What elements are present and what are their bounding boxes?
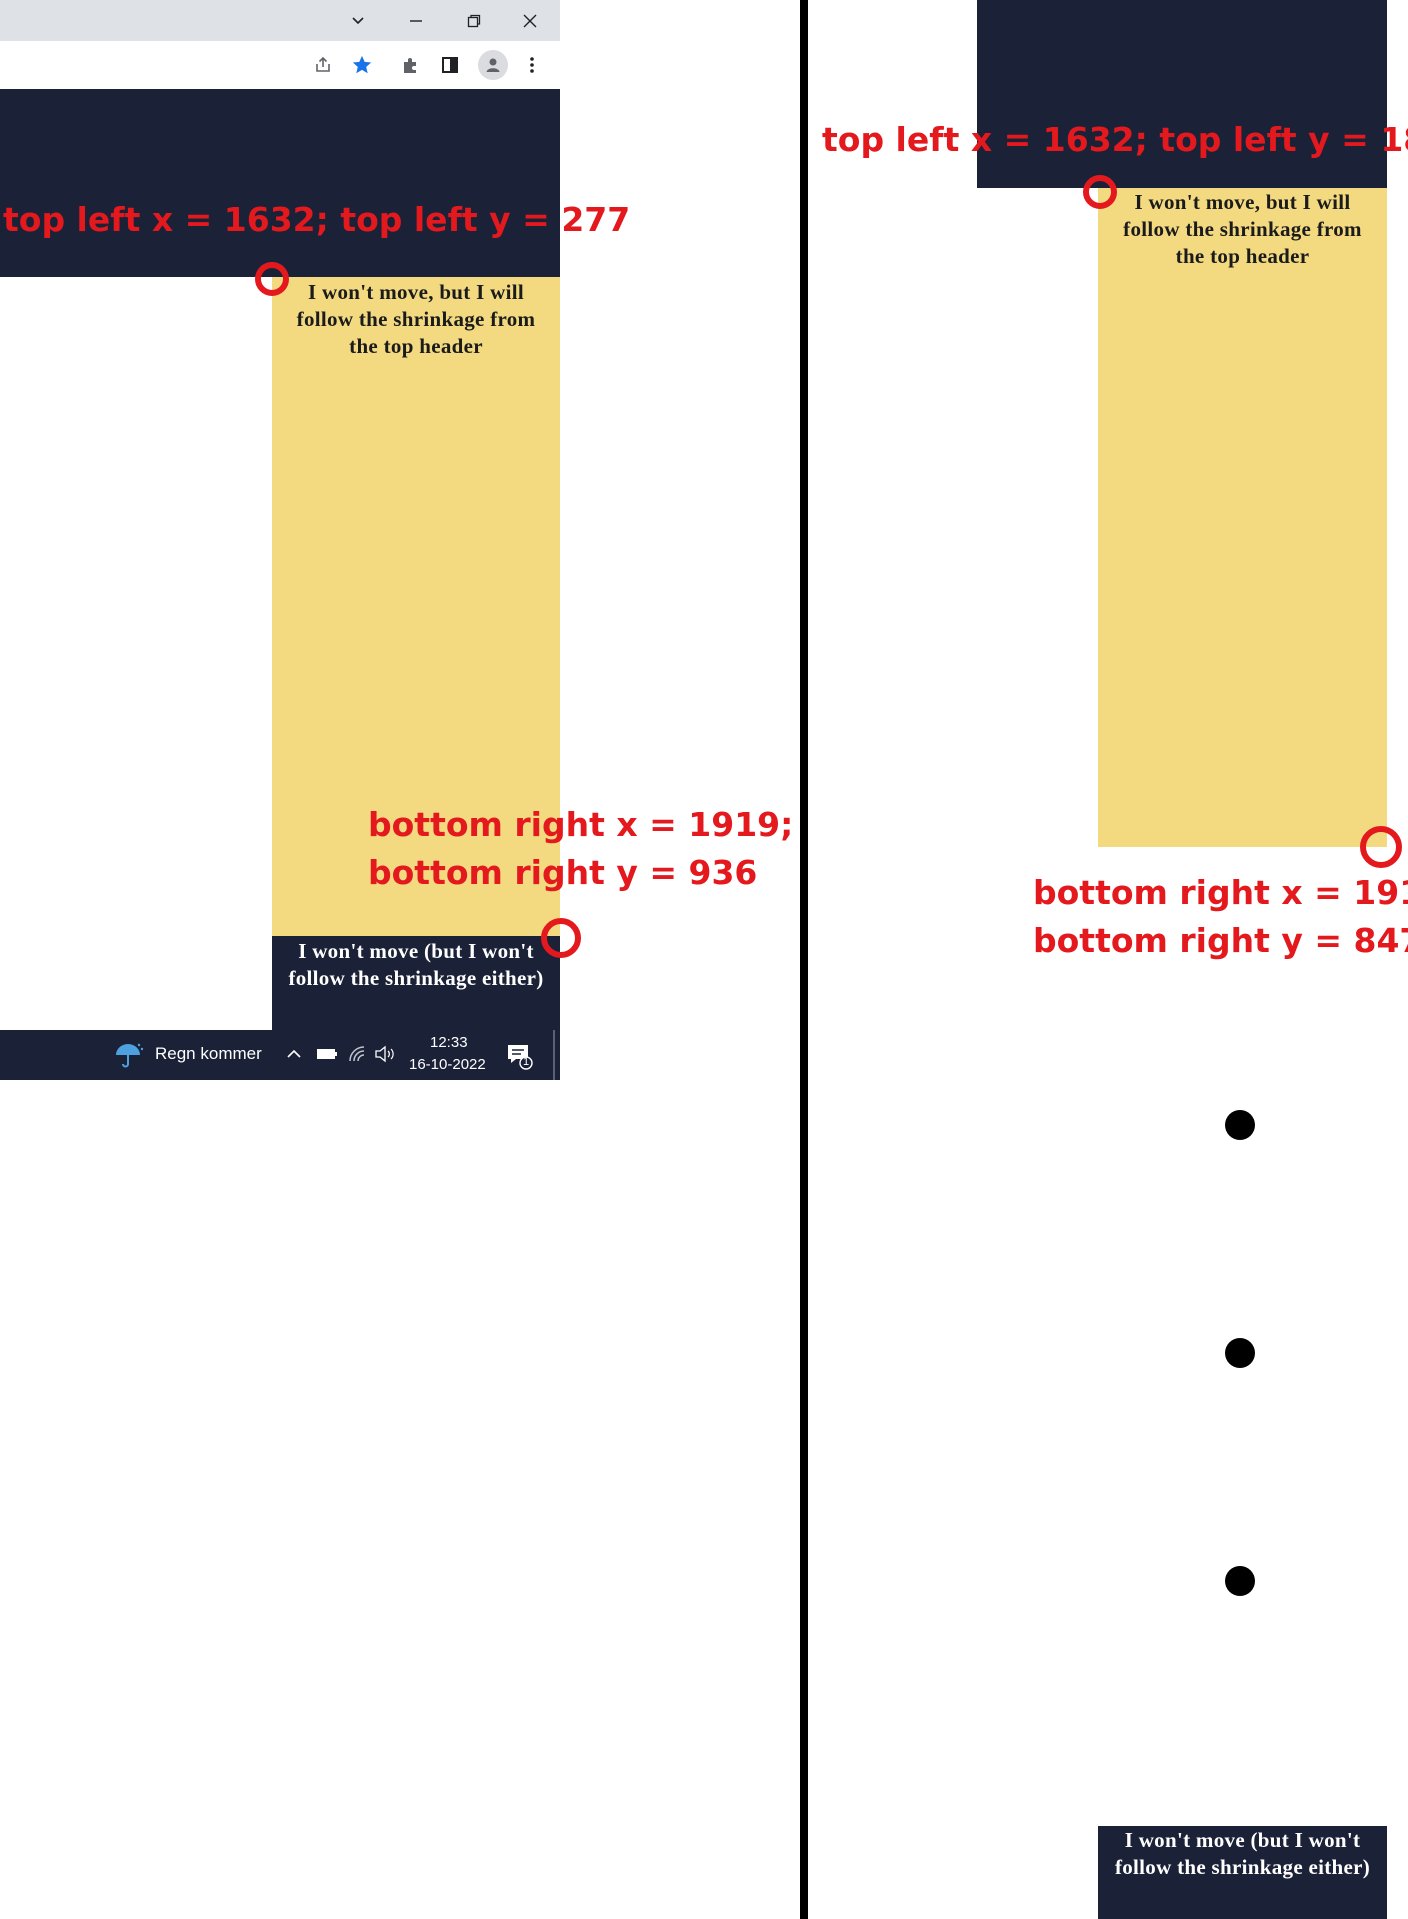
ellipsis-dot [1225, 1338, 1255, 1368]
windows-taskbar: Regn kommer 12:33 16-10-2022 1 [0, 1030, 560, 1080]
bottom-right-marker [541, 918, 581, 958]
ellipsis-dot [1225, 1566, 1255, 1596]
side-panel-icon[interactable] [438, 53, 462, 77]
share-icon[interactable] [311, 53, 335, 77]
bottom-right-marker [1360, 826, 1402, 868]
browser-toolbar [0, 41, 560, 90]
annotation-bottom-right-x: bottom right x = 1919; [1033, 873, 1408, 912]
panel-divider [800, 0, 808, 1919]
wifi-icon[interactable] [348, 1045, 366, 1068]
annotation-top-left: top left x = 1632; top left y = 188 [822, 120, 1408, 159]
bookmark-star-icon[interactable] [350, 53, 374, 77]
annotation-top-left: top left x = 1632; top left y = 277 [3, 200, 631, 239]
weather-text[interactable]: Regn kommer [155, 1044, 262, 1064]
annotation-bottom-right-y: bottom right y = 936 [368, 853, 758, 892]
annotation-bottom-right-y: bottom right y = 847 [1033, 921, 1408, 960]
footer-text: I won't move (but I won't follow the shr… [288, 939, 544, 990]
footer: I won't move (but I won't follow the shr… [1098, 1826, 1387, 1919]
chevron-down-icon[interactable] [330, 0, 386, 41]
sidebar-text: I won't move, but I will follow the shri… [296, 280, 536, 358]
top-header [0, 89, 560, 277]
top-left-marker [255, 262, 289, 296]
chevron-up-icon[interactable] [286, 1046, 302, 1067]
close-icon[interactable] [502, 0, 558, 41]
notification-count: 1 [523, 1056, 530, 1068]
clock-time[interactable]: 12:33 [430, 1034, 468, 1051]
clock-date[interactable]: 16-10-2022 [409, 1056, 486, 1073]
minimize-icon[interactable] [388, 0, 444, 41]
volume-icon[interactable] [374, 1045, 396, 1068]
extensions-icon[interactable] [399, 53, 423, 77]
annotation-bottom-right-x: bottom right x = 1919; [368, 805, 794, 844]
notification-icon[interactable]: 1 [506, 1042, 534, 1070]
battery-icon[interactable] [316, 1047, 338, 1066]
footer-text: I won't move (but I won't follow the shr… [1114, 1828, 1371, 1879]
show-desktop-divider[interactable] [553, 1030, 555, 1080]
sidebar: I won't move, but I will follow the shri… [1098, 188, 1387, 847]
ellipsis-dot [1225, 1110, 1255, 1140]
footer: I won't move (but I won't follow the shr… [272, 936, 560, 1030]
profile-icon[interactable] [478, 50, 508, 80]
umbrella-icon[interactable] [114, 1042, 144, 1070]
restore-icon[interactable] [446, 0, 502, 41]
browser-title-bar [0, 0, 560, 41]
top-left-marker [1083, 175, 1117, 209]
sidebar-text: I won't move, but I will follow the shri… [1123, 190, 1362, 268]
menu-icon[interactable] [520, 53, 544, 77]
